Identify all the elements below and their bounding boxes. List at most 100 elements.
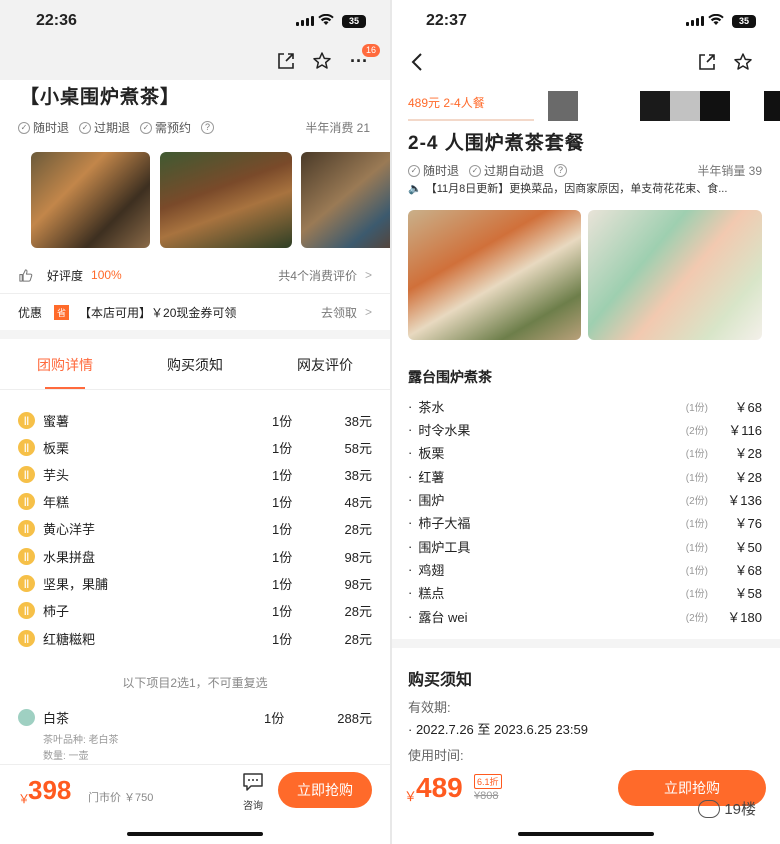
section-divider bbox=[0, 330, 390, 339]
share-icon[interactable] bbox=[696, 51, 718, 73]
check-icon: ✓ bbox=[79, 121, 92, 134]
section-title: 露台围炉煮茶 bbox=[408, 369, 492, 385]
shop-photo[interactable] bbox=[31, 152, 150, 248]
shop-title: 【小桌围炉煮茶】 bbox=[20, 87, 181, 108]
discount-badge: 6.1折 bbox=[474, 774, 502, 789]
list-item: · 红薯 (1份) ￥28 bbox=[408, 468, 762, 485]
status-time: 22:36 bbox=[36, 12, 77, 29]
list-item: · 围炉 (2份) ￥136 bbox=[408, 491, 762, 508]
rating-label: 好评度 bbox=[47, 268, 84, 283]
cutlery-icon: || bbox=[18, 629, 35, 647]
shop-photo[interactable] bbox=[160, 152, 292, 248]
battery-icon: 35 bbox=[732, 15, 756, 28]
coupon-text: 【本店可用】￥20现金券可领 bbox=[79, 305, 237, 320]
home-indicator bbox=[518, 832, 654, 836]
list-item: || 红糖糍粑 1份 28元 bbox=[18, 628, 372, 648]
shop-photo[interactable] bbox=[301, 152, 390, 248]
rating-row[interactable]: 好评度 100% 共4个消费评价 > bbox=[18, 265, 372, 285]
top-nav: ··· 16 bbox=[0, 42, 390, 80]
speaker-icon: 🔈 bbox=[408, 183, 422, 195]
divider bbox=[0, 293, 390, 294]
list-item: || 蜜薯 1份 38元 bbox=[18, 410, 372, 430]
tea-variety: 茶叶品种: 老白茶 bbox=[43, 735, 119, 746]
half-year-consume: 半年消费 21 bbox=[305, 121, 370, 135]
favorite-star-icon[interactable] bbox=[311, 50, 333, 72]
status-bar: 22:37 35 bbox=[392, 0, 780, 42]
coupon-label: 优惠 bbox=[18, 305, 43, 320]
tag-reservation: ✓ 需预约 bbox=[140, 119, 191, 136]
list-item: · 围炉工具 (1份) ￥50 bbox=[408, 538, 762, 555]
purchase-notes-title: 购买须知 bbox=[408, 672, 473, 689]
tag-refund-anytime: ✓ 随时退 bbox=[408, 162, 459, 179]
list-item: · 糕点 (1份) ￥58 bbox=[408, 584, 762, 601]
wechat-logo-icon bbox=[698, 799, 721, 818]
detail-tabs: 团购详情 购买须知 网友评价 bbox=[0, 340, 390, 390]
battery-icon: 35 bbox=[342, 15, 366, 28]
left-screen: 22:36 35 ··· 16 【小桌围炉煮茶】 ✓ 随时退 ✓ 过期退 ✓ 需预约 … bbox=[0, 0, 390, 844]
tag-refund-expired: ✓ 过期退 bbox=[79, 119, 130, 136]
half-year-sales: 半年销量 39 bbox=[697, 164, 762, 178]
share-icon[interactable] bbox=[275, 50, 297, 72]
validity-value: · 2022.7.26 至 2023.6.25 23:59 bbox=[408, 722, 588, 737]
signal-icon bbox=[686, 16, 704, 26]
choice-note: 以下项目2选1，不可重复选 bbox=[122, 676, 268, 690]
list-item: || 柿子 1份 28元 bbox=[18, 600, 372, 620]
favorite-star-icon[interactable] bbox=[732, 51, 754, 73]
cutlery-icon: || bbox=[18, 438, 35, 456]
section-divider bbox=[392, 639, 780, 648]
tab-purchase-notes[interactable]: 购买须知 bbox=[163, 349, 227, 381]
check-icon: ✓ bbox=[18, 121, 30, 134]
list-item: || 水果拼盘 1份 98元 bbox=[18, 546, 372, 566]
check-icon: ✓ bbox=[408, 164, 420, 177]
consult-label: 咨询 bbox=[243, 801, 263, 812]
list-item: || 年糕 1份 48元 bbox=[18, 491, 372, 511]
help-icon[interactable]: ? bbox=[554, 164, 568, 177]
update-notice[interactable]: 🔈 【11月8日更新】更换菜品，因商家原因，单支荷花花束、食... bbox=[408, 180, 762, 196]
deal-price: 489 bbox=[416, 772, 463, 803]
package-tab-underline bbox=[408, 119, 534, 121]
list-item: · 鸡翅 (1份) ￥68 bbox=[408, 561, 762, 578]
wifi-icon bbox=[318, 14, 334, 25]
home-indicator bbox=[127, 832, 263, 836]
tab-user-reviews[interactable]: 网友评价 bbox=[293, 349, 357, 381]
package-photo[interactable] bbox=[408, 210, 581, 340]
consult-button[interactable]: 咨询 bbox=[237, 772, 269, 812]
deal-price: 398 bbox=[28, 775, 72, 805]
buy-now-button[interactable]: 立即抢购 bbox=[278, 772, 372, 808]
tea-amount: 数量: 一壶 bbox=[43, 751, 89, 762]
review-count: 共4个消费评价 bbox=[278, 268, 357, 283]
signal-icon bbox=[296, 16, 314, 26]
back-icon[interactable] bbox=[406, 50, 428, 74]
top-nav bbox=[392, 42, 780, 80]
usage-time-label: 使用时间: bbox=[408, 748, 464, 763]
save-tag: 省 bbox=[54, 304, 70, 320]
cutlery-icon: || bbox=[18, 601, 35, 619]
refund-tags: ✓ 随时退 ✓ 过期自动退 ? 半年销量 39 bbox=[408, 162, 762, 179]
list-item: · 露台 wei (2份) ￥180 bbox=[408, 608, 762, 625]
list-item: || 坚果，果脯 1份 98元 bbox=[18, 573, 372, 593]
claim-coupon-link[interactable]: 去领取 bbox=[321, 304, 357, 321]
cutlery-icon: || bbox=[18, 465, 35, 483]
refund-tags: ✓ 随时退 ✓ 过期退 ✓ 需预约 ? 半年消费 21 bbox=[18, 119, 370, 136]
original-price: ¥808 bbox=[474, 790, 499, 802]
validity-label: 有效期: bbox=[408, 700, 451, 715]
list-item: || 黄心洋芋 1份 28元 bbox=[18, 518, 372, 538]
list-item: · 时令水果 (2份) ￥116 bbox=[408, 421, 762, 438]
list-item: · 柿子大福 (1份) ￥76 bbox=[408, 514, 762, 531]
package-title: 2-4 人围炉煮茶套餐 bbox=[408, 133, 585, 154]
package-tab[interactable]: 489元 2-4人餐 bbox=[408, 94, 485, 111]
list-item: · 茶水 (1份) ￥68 bbox=[408, 398, 762, 415]
help-icon[interactable]: ? bbox=[201, 121, 215, 134]
notification-badge: 16 bbox=[362, 44, 381, 57]
cutlery-icon: || bbox=[18, 411, 35, 429]
cutlery-icon: || bbox=[18, 492, 35, 510]
tag-auto-refund: ✓ 过期自动退 bbox=[469, 162, 544, 179]
list-item: · 板栗 (1份) ￥28 bbox=[408, 444, 762, 461]
coupon-row[interactable]: 优惠 省 【本店可用】￥20现金券可领 去领取 > bbox=[18, 302, 372, 322]
chevron-right-icon: > bbox=[364, 305, 372, 319]
chat-icon bbox=[243, 773, 263, 791]
chevron-right-icon: > bbox=[364, 268, 372, 282]
package-photo[interactable] bbox=[588, 210, 762, 340]
tab-group-details[interactable]: 团购详情 bbox=[33, 349, 97, 389]
watermark: 19楼 bbox=[698, 798, 756, 819]
